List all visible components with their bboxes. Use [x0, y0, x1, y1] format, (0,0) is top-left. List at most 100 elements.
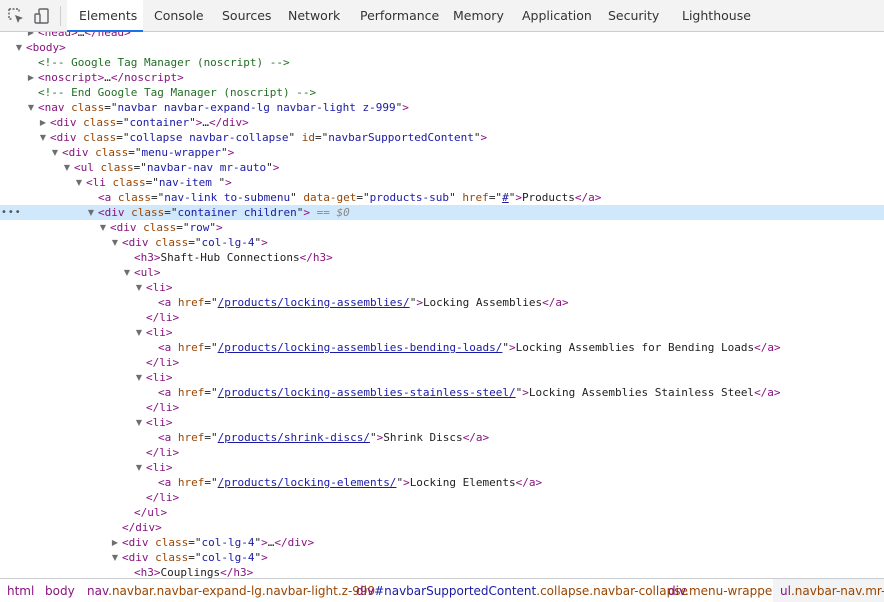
href-link[interactable]: /products/locking-elements/ — [218, 476, 397, 489]
dom-node[interactable]: <a href="/products/locking-assemblies/">… — [0, 295, 884, 310]
markup-token: =" — [151, 191, 165, 204]
markup-token: </noscript> — [110, 71, 184, 84]
expand-triangle-down-icon[interactable]: ▼ — [134, 280, 144, 295]
dom-node-markup: <li> — [146, 280, 173, 295]
dom-node[interactable]: ▼ <nav class="navbar navbar-expand-lg nav… — [0, 100, 884, 115]
expand-triangle-down-icon[interactable]: ▼ — [26, 100, 36, 115]
dom-node-markup: </li> — [146, 310, 179, 325]
tab-memory[interactable]: Memory — [441, 0, 510, 31]
dom-node[interactable]: ▶ <div class="container">…</div> — [0, 115, 884, 130]
dom-node[interactable]: </li> — [0, 355, 884, 370]
expand-triangle-right-icon[interactable]: ▶ — [26, 32, 36, 40]
dom-node[interactable]: ▼ <li> — [0, 460, 884, 475]
markup-token: href — [177, 476, 205, 489]
markup-token: =" — [204, 296, 218, 309]
expand-triangle-down-icon[interactable]: ▼ — [134, 325, 144, 340]
expand-triangle-down-icon[interactable]: ▼ — [110, 235, 120, 250]
markup-token: =" — [356, 191, 370, 204]
dom-node[interactable]: ▼ <li> — [0, 415, 884, 430]
markup-token: </h3> — [299, 251, 333, 264]
node-actions-ellipsis-icon[interactable]: ••• — [1, 205, 22, 220]
tab-network[interactable]: Network — [276, 0, 348, 31]
expand-triangle-right-icon[interactable]: ▶ — [38, 115, 48, 130]
markup-token: =" — [204, 476, 218, 489]
dom-node[interactable]: ▼ <div class="col-lg-4"> — [0, 550, 884, 565]
breadcrumb-item-body[interactable]: body — [38, 579, 82, 602]
tab-performance[interactable]: Performance — [348, 0, 441, 31]
dom-node[interactable]: ▶ <div class="col-lg-4">…</div> — [0, 535, 884, 550]
dom-node[interactable]: ▼ <li> — [0, 370, 884, 385]
dom-node[interactable]: </div> — [0, 520, 884, 535]
dom-node[interactable]: ▼ <li> — [0, 325, 884, 340]
dom-node[interactable]: ▼ <div class="menu-wrapper"> — [0, 145, 884, 160]
tab-sources[interactable]: Sources — [210, 0, 276, 31]
href-link[interactable]: /products/locking-assemblies-bending-loa… — [218, 341, 503, 354]
breadcrumb-item-ul[interactable]: ul.navbar-nav.mr-auto — [773, 579, 884, 602]
expand-triangle-down-icon[interactable]: ▼ — [134, 460, 144, 475]
expand-triangle-down-icon[interactable]: ▼ — [50, 145, 60, 160]
tab-security[interactable]: Security — [596, 0, 670, 31]
dom-node[interactable]: <a href="/products/locking-assemblies-be… — [0, 340, 884, 355]
dom-node[interactable]: ▼ <body> — [0, 40, 884, 55]
dom-node[interactable]: </li> — [0, 490, 884, 505]
breadcrumb-item-div[interactable]: div#navbarSupportedContent.collapse.navb… — [349, 579, 695, 602]
expand-triangle-down-icon[interactable]: ▼ — [110, 550, 120, 565]
dom-node[interactable]: ▼ <li class="nav-item "> — [0, 175, 884, 190]
dom-node[interactable]: <a href="/products/shrink-discs/">Shrink… — [0, 430, 884, 445]
expand-triangle-down-icon[interactable]: ▼ — [74, 175, 84, 190]
tab-console[interactable]: Console — [142, 0, 210, 31]
href-link[interactable]: # — [502, 191, 509, 204]
dom-node[interactable]: </ul> — [0, 505, 884, 520]
dom-node[interactable]: <!-- Google Tag Manager (noscript) --> — [0, 55, 884, 70]
markup-token: href — [177, 386, 205, 399]
toolbar-divider — [60, 6, 61, 26]
href-link[interactable]: /products/shrink-discs/ — [218, 431, 370, 444]
href-link[interactable]: /products/locking-assemblies/ — [218, 296, 410, 309]
expand-triangle-down-icon[interactable]: ▼ — [38, 130, 48, 145]
markup-token: </li> — [146, 356, 180, 369]
expand-triangle-down-icon[interactable]: ▼ — [62, 160, 72, 175]
device-toolbar-icon[interactable] — [32, 6, 52, 26]
tab-lighthouse[interactable]: Lighthouse — [670, 0, 760, 31]
dom-node[interactable]: ▶ <head>…</head> — [0, 32, 884, 40]
dom-node[interactable]: ▼ <div class="row"> — [0, 220, 884, 235]
dom-node[interactable]: ▼ <div class="col-lg-4"> — [0, 235, 884, 250]
dom-node[interactable]: ▼ <div class="collapse navbar-collapse" i… — [0, 130, 884, 145]
dom-node[interactable]: <!-- End Google Tag Manager (noscript) -… — [0, 85, 884, 100]
dom-node[interactable]: ▼ <ul> — [0, 265, 884, 280]
dom-node[interactable]: </li> — [0, 400, 884, 415]
markup-token: " — [266, 161, 273, 174]
markup-token: col-lg-4 — [201, 551, 255, 564]
tab-elements[interactable]: Elements — [67, 0, 143, 32]
dom-node-selected[interactable]: ▼ ••• <div class="container children"> == … — [0, 205, 884, 220]
dom-node[interactable]: </li> — [0, 445, 884, 460]
expand-triangle-down-icon[interactable]: ▼ — [14, 40, 24, 55]
inspect-element-icon[interactable] — [6, 6, 26, 26]
expand-triangle-right-icon[interactable]: ▶ — [26, 70, 36, 85]
markup-token: <div — [122, 236, 156, 249]
markup-token: <li — [86, 176, 113, 189]
expand-triangle-down-icon[interactable]: ▼ — [86, 205, 96, 220]
breadcrumb-item-div[interactable]: div.menu-wrapper — [661, 579, 784, 602]
expand-triangle-right-icon[interactable]: ▶ — [110, 535, 120, 550]
expand-triangle-down-icon[interactable]: ▼ — [98, 220, 108, 235]
expand-triangle-down-icon[interactable]: ▼ — [134, 415, 144, 430]
dom-node[interactable]: <h3>Couplings</h3> — [0, 565, 884, 578]
dom-node[interactable]: ▼ <ul class="navbar-nav mr-auto"> — [0, 160, 884, 175]
breadcrumb-item-html[interactable]: html — [0, 579, 41, 602]
dom-node[interactable]: ▶ <noscript>…</noscript> — [0, 70, 884, 85]
dom-node[interactable]: <h3>Shaft-Hub Connections</h3> — [0, 250, 884, 265]
dom-node[interactable]: <a href="/products/locking-assemblies-st… — [0, 385, 884, 400]
markup-token: > — [261, 236, 268, 249]
tab-application[interactable]: Application — [510, 0, 596, 31]
markup-token: > — [227, 146, 235, 159]
expand-triangle-down-icon[interactable]: ▼ — [134, 370, 144, 385]
href-link[interactable]: /products/locking-assemblies-stainless-s… — [218, 386, 516, 399]
breadcrumb-item-nav[interactable]: nav.navbar.navbar-expand-lg.navbar-light… — [80, 579, 382, 602]
dom-node[interactable]: </li> — [0, 310, 884, 325]
dom-node[interactable]: <a class="nav-link to-submenu" data-get=… — [0, 190, 884, 205]
dom-node[interactable]: <a href="/products/locking-elements/">Lo… — [0, 475, 884, 490]
markup-token: <ul> — [134, 266, 161, 279]
expand-triangle-down-icon[interactable]: ▼ — [122, 265, 132, 280]
dom-node[interactable]: ▼ <li> — [0, 280, 884, 295]
